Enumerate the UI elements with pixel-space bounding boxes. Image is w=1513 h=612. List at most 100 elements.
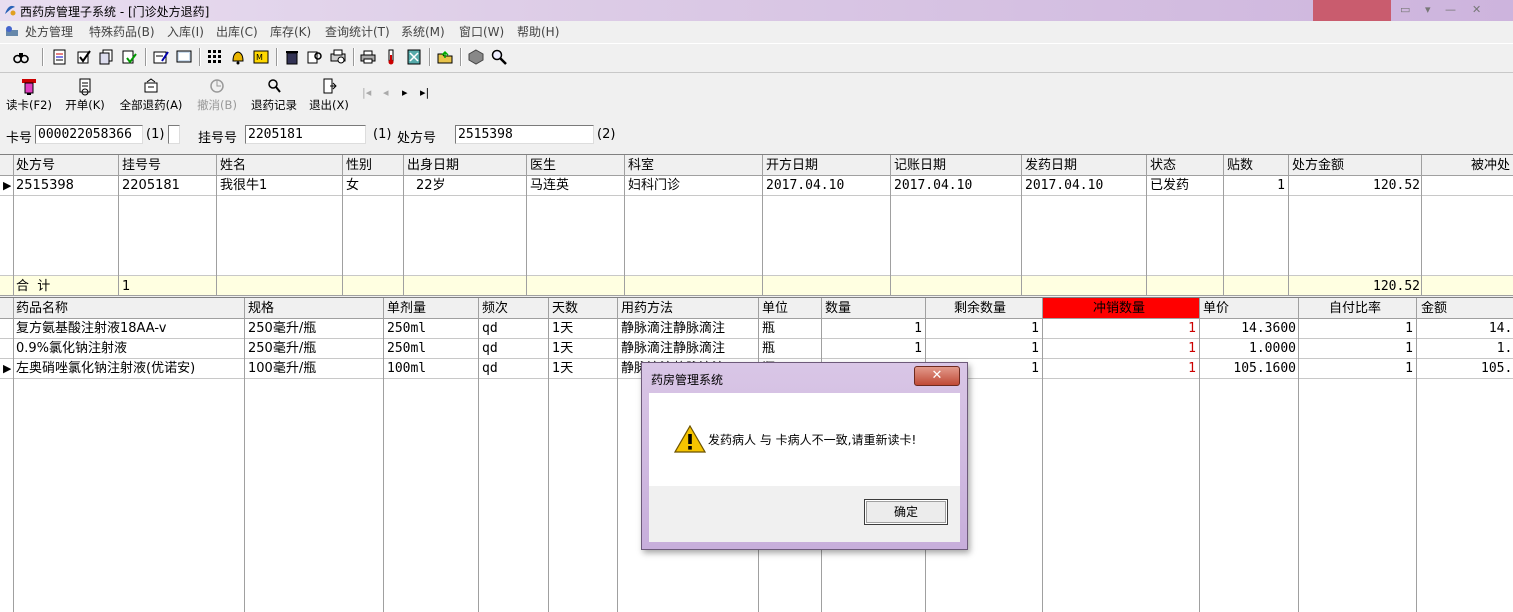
drug-col-days[interactable]: 天数 (552, 299, 578, 318)
drug-col-remain[interactable]: 剩余数量 (954, 299, 1006, 318)
read-card-button[interactable]: 读卡(F2) (5, 78, 53, 113)
table-row-cell[interactable]: 1 (1225, 176, 1285, 195)
table-row-cell[interactable]: 0.9%氯化钠注射液 (16, 339, 127, 358)
table-row-cell[interactable]: 1 (1298, 359, 1413, 378)
menu-stock-in[interactable]: 入库(I) (167, 23, 204, 40)
window-pin-icon[interactable]: — (1445, 3, 1456, 16)
table-row-cell[interactable]: 瓶 (762, 319, 775, 338)
table-row-cell[interactable]: qd (482, 319, 498, 338)
menu-inventory[interactable]: 库存(K) (270, 23, 311, 40)
drug-col-method[interactable]: 用药方法 (621, 299, 673, 318)
binoculars-icon[interactable] (13, 49, 29, 65)
window-dropdown-icon[interactable]: ▾ (1425, 3, 1431, 16)
folder-up-icon[interactable] (437, 49, 453, 65)
rx-col-rxno[interactable]: 处方号 (16, 156, 55, 175)
rx-col-birth[interactable]: 出身日期 (407, 156, 459, 175)
menu-query-stats[interactable]: 查询统计(T) (325, 23, 390, 40)
title-bar-red-button[interactable] (1313, 0, 1391, 21)
last-record-icon[interactable]: ▸| (420, 86, 429, 99)
table-row-cell[interactable]: 2205181 (122, 176, 180, 195)
table-row-cell[interactable]: 2017.04.10 (1025, 176, 1103, 195)
magnifier-icon[interactable] (491, 49, 507, 65)
table-row-cell[interactable]: 14.36 (1418, 319, 1513, 338)
table-row-cell[interactable]: 250毫升/瓶 (248, 339, 316, 358)
table-row-cell[interactable]: 1 (1043, 319, 1196, 338)
window-close-icon[interactable]: ✕ (1472, 3, 1481, 16)
table-row-cell[interactable]: 1.0000 (1200, 339, 1296, 358)
return-record-button[interactable]: 退药记录 (248, 78, 300, 113)
menu-window[interactable]: 窗口(W) (459, 23, 504, 40)
edit-form-icon[interactable] (153, 49, 169, 65)
screen-icon[interactable] (176, 49, 192, 65)
menu-stock-out[interactable]: 出库(C) (216, 23, 258, 40)
table-row-cell[interactable]: qd (482, 339, 498, 358)
menu-special-drugs[interactable]: 特殊药品(B) (89, 23, 155, 40)
rx-col-dept[interactable]: 科室 (628, 156, 654, 175)
mdi-child-icon[interactable] (5, 24, 19, 38)
search-doc-icon[interactable] (307, 49, 323, 65)
drug-col-freq[interactable]: 频次 (482, 299, 508, 318)
exit-button[interactable]: 退出(X) (307, 78, 351, 113)
table-row-cell[interactable]: 1 (926, 339, 1039, 358)
prev-record-icon[interactable]: ◂ (383, 86, 389, 99)
table-row-cell[interactable]: 1天 (552, 359, 573, 378)
menu-system[interactable]: 系统(M) (401, 23, 445, 40)
table-row-cell[interactable]: 1天 (552, 339, 573, 358)
dialog-close-button[interactable]: ✕ (914, 366, 960, 386)
menu-help[interactable]: 帮助(H) (517, 23, 559, 40)
table-row-cell[interactable]: 1 (1043, 359, 1196, 378)
drug-col-offset[interactable]: 冲销数量 (1093, 299, 1145, 318)
table-row-cell[interactable]: 120.52 (1291, 176, 1420, 195)
print-preview-icon[interactable] (330, 49, 346, 65)
rx-col-doses[interactable]: 贴数 (1227, 156, 1253, 175)
table-row-cell[interactable]: 静脉滴注静脉滴注 (621, 339, 725, 358)
rx-col-offset[interactable]: 被冲处 (1471, 156, 1510, 175)
printer-icon[interactable] (360, 49, 376, 65)
rx-col-name[interactable]: 姓名 (220, 156, 246, 175)
rx-col-gender[interactable]: 性别 (346, 156, 372, 175)
table-row-cell[interactable]: 1 (1298, 319, 1413, 338)
table-row-cell[interactable]: 100ml (387, 359, 426, 378)
drug-col-qty[interactable]: 数量 (825, 299, 851, 318)
table-row-cell[interactable]: 1 (1298, 339, 1413, 358)
trash-icon[interactable] (284, 49, 300, 65)
table-row-cell[interactable]: 250ml (387, 339, 426, 358)
window-menu-icon[interactable]: ▭ (1400, 3, 1410, 16)
table-row-cell[interactable]: 1 (822, 339, 922, 358)
table-row-cell[interactable]: 静脉滴注静脉滴注 (621, 319, 725, 338)
table-row-cell[interactable]: 1 (1043, 339, 1196, 358)
rx-col-rxdate[interactable]: 开方日期 (766, 156, 818, 175)
table-row-cell[interactable]: 250ml (387, 319, 426, 338)
rx-number-input[interactable]: 2515398 (455, 125, 594, 144)
gray-shape-icon[interactable] (468, 49, 484, 65)
table-row-cell[interactable]: 1 (822, 319, 922, 338)
rx-col-billdate[interactable]: 记账日期 (894, 156, 946, 175)
card-extra-input[interactable] (168, 125, 180, 144)
table-row-cell[interactable]: qd (482, 359, 498, 378)
copy-doc-icon[interactable] (98, 49, 114, 65)
drug-col-ratio[interactable]: 自付比率 (1329, 299, 1381, 318)
next-record-icon[interactable]: ▸ (402, 86, 408, 99)
table-row-cell[interactable]: 250毫升/瓶 (248, 319, 316, 338)
table-row-cell[interactable]: 已发药 (1150, 176, 1189, 195)
table-row-cell[interactable]: 我很牛1 (220, 176, 267, 195)
table-row-cell[interactable]: 女 (346, 176, 359, 195)
open-order-button[interactable]: 开单(K) (63, 78, 107, 113)
bell-icon[interactable] (230, 49, 246, 65)
table-row-cell[interactable]: 2017.04.10 (894, 176, 972, 195)
table-row-cell[interactable]: 14.3600 (1200, 319, 1296, 338)
table-row-cell[interactable]: 1天 (552, 319, 573, 338)
return-all-button[interactable]: 全部退药(A) (117, 78, 185, 113)
table-row-cell[interactable]: 105.1600 (1200, 359, 1296, 378)
rx-col-doctor[interactable]: 医生 (530, 156, 556, 175)
table-row-cell[interactable]: 100毫升/瓶 (248, 359, 316, 378)
drug-col-spec[interactable]: 规格 (248, 299, 274, 318)
first-record-icon[interactable]: |◂ (362, 86, 371, 99)
drug-col-dose[interactable]: 单剂量 (387, 299, 426, 318)
table-row-cell[interactable]: 2017.04.10 (766, 176, 844, 195)
table-row-cell[interactable]: 马连英 (530, 176, 569, 195)
drug-col-unit[interactable]: 单位 (762, 299, 788, 318)
rx-col-regno[interactable]: 挂号号 (122, 156, 161, 175)
rx-col-status[interactable]: 状态 (1150, 156, 1176, 175)
reg-number-input[interactable]: 2205181 (245, 125, 366, 144)
